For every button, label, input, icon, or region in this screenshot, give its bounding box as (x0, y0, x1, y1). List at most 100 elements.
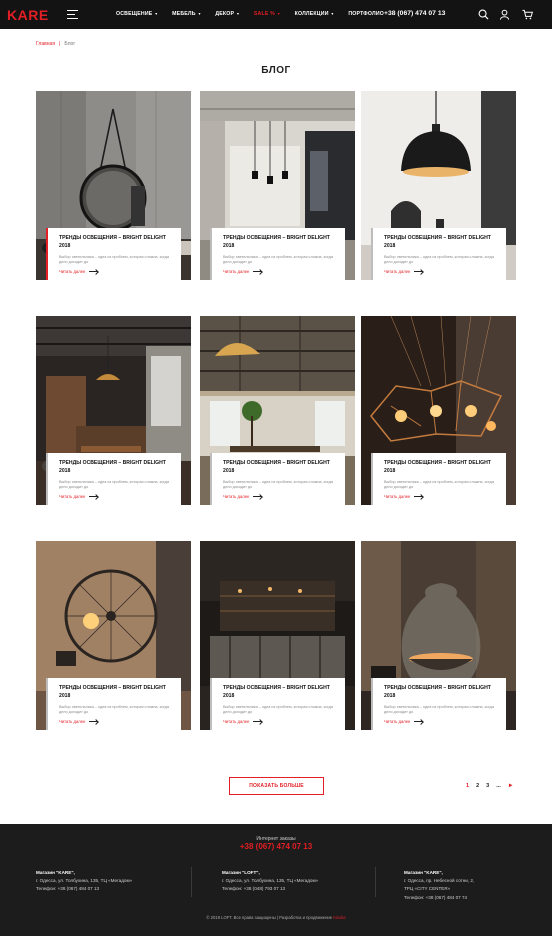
breadcrumb-current: Блог (64, 41, 76, 47)
caret-down-icon: ▼ (197, 12, 202, 16)
blog-card-caption: ТРЕНДЫ ОСВЕЩЕНИЯ – BRIGHT DELIGHT 2018 В… (210, 228, 345, 280)
logo[interactable]: KARE (7, 7, 49, 23)
read-more-link[interactable]: Читать далее (59, 494, 171, 499)
store-info: Магазин "LOFT", г. Одесса, ул. Толбухина… (222, 869, 318, 894)
store-mall: ТРЦ «CITY CENTER» (404, 886, 451, 892)
caret-down-icon: ▼ (276, 12, 281, 16)
nav-item-sale[interactable]: SALE % ▼ (254, 11, 281, 17)
read-more-link[interactable]: Читать далее (384, 269, 496, 274)
site-header: KARE ОСВЕЩЕНИЕ ▼ МЕБЕЛЬ ▼ ДЕКОР ▼ SALE % ▼ К… (0, 0, 552, 29)
caret-down-icon: ▼ (154, 12, 159, 16)
blog-card-title[interactable]: ТРЕНДЫ ОСВЕЩЕНИЯ – BRIGHT DELIGHT 2018 (59, 235, 171, 250)
blog-card-excerpt: Выбор светильника – одна из проблем, кот… (223, 705, 333, 714)
nav-item-lighting[interactable]: ОСВЕЩЕНИЕ ▼ (116, 11, 158, 17)
search-icon[interactable] (478, 9, 489, 20)
blog-card[interactable]: ТРЕНДЫ ОСВЕЩЕНИЯ – BRIGHT DELIGHT 2018 В… (361, 316, 516, 505)
read-more-link[interactable]: Читать далее (59, 719, 171, 724)
page-link-1[interactable]: 1 (466, 783, 469, 789)
arrow-right-icon (253, 271, 263, 272)
blog-card-excerpt: Выбор светильника – одна из проблем, кот… (223, 255, 333, 264)
blog-card[interactable]: ТРЕНДЫ ОСВЕЩЕНИЯ – BRIGHT DELIGHT 2018 В… (36, 541, 191, 730)
blog-card-excerpt: Выбор светильника – одна из проблем, кот… (59, 705, 169, 714)
read-more-link[interactable]: Читать далее (384, 719, 496, 724)
blog-card[interactable]: ТРЕНДЫ ОСВЕЩЕНИЯ – BRIGHT DELIGHT 2018 В… (361, 541, 516, 730)
main-nav: ОСВЕЩЕНИЕ ▼ МЕБЕЛЬ ▼ ДЕКОР ▼ SALE % ▼ КОЛЛЕК… (116, 11, 384, 17)
store-phone: Телефон: +38 (067) 484 07 74 (404, 894, 468, 900)
store-name: Магазин "LOFT", (222, 870, 260, 875)
store-name: Магазин "KARE", (404, 870, 443, 875)
nav-item-collections[interactable]: КОЛЛЕКЦИИ ▼ (295, 11, 335, 17)
blog-card-title[interactable]: ТРЕНДЫ ОСВЕЩЕНИЯ – BRIGHT DELIGHT 2018 (384, 235, 496, 250)
blog-card-excerpt: Выбор светильника – одна из проблем, кот… (384, 255, 494, 264)
store-address: г. Одесса, ул. Толбухина, 135, ТЦ «Мегад… (222, 878, 319, 884)
store-info: Магазин "KARE", г. Одесса, ул. Толбухина… (36, 869, 132, 894)
blog-card-excerpt: Выбор светильника – одна из проблем, кот… (59, 255, 169, 264)
main-content: Главная | Блог БЛОГ ТРЕНДЫ ОСВЕЩЕНИЯ – B… (0, 29, 552, 824)
store-phone: Телефон: +38 (048) 793 07 13 (222, 886, 286, 892)
blog-card-caption: ТРЕНДЫ ОСВЕЩЕНИЯ – BRIGHT DELIGHT 2018 В… (371, 453, 506, 505)
breadcrumb-separator: | (59, 41, 61, 47)
store-name: Магазин "KARE", (36, 870, 75, 875)
caret-down-icon: ▼ (330, 12, 335, 16)
blog-card-caption: ТРЕНДЫ ОСВЕЩЕНИЯ – BRIGHT DELIGHT 2018 В… (46, 678, 181, 730)
blog-card-caption: ТРЕНДЫ ОСВЕЩЕНИЯ – BRIGHT DELIGHT 2018 В… (46, 228, 181, 280)
menu-icon[interactable] (67, 10, 78, 19)
breadcrumb-home-link[interactable]: Главная (36, 41, 55, 47)
nav-item-furniture[interactable]: МЕБЕЛЬ ▼ (172, 11, 201, 17)
footer-divider (375, 867, 376, 897)
blog-card[interactable]: ТРЕНДЫ ОСВЕЩЕНИЯ – BRIGHT DELIGHT 2018 В… (36, 316, 191, 505)
blog-card-caption: ТРЕНДЫ ОСВЕЩЕНИЯ – BRIGHT DELIGHT 2018 В… (210, 453, 345, 505)
blog-card-title[interactable]: ТРЕНДЫ ОСВЕЩЕНИЯ – BRIGHT DELIGHT 2018 (59, 460, 171, 475)
blog-card[interactable]: ТРЕНДЫ ОСВЕЩЕНИЯ – BRIGHT DELIGHT 2018 В… (361, 91, 516, 280)
blog-card-excerpt: Выбор светильника – одна из проблем, кот… (384, 480, 494, 489)
footer-phone[interactable]: +38 (067) 474 07 13 (0, 842, 552, 851)
read-more-link[interactable]: Читать далее (384, 494, 496, 499)
blog-card-title[interactable]: ТРЕНДЫ ОСВЕЩЕНИЯ – BRIGHT DELIGHT 2018 (384, 685, 496, 700)
arrow-right-icon (89, 271, 99, 272)
show-more-button[interactable]: ПОКАЗАТЬ БОЛЬШЕ (229, 777, 324, 795)
arrow-right-icon (414, 496, 424, 497)
header-phone[interactable]: +38 (067) 474 07 13 (384, 10, 445, 17)
cart-icon[interactable] (522, 9, 533, 20)
next-page-icon[interactable]: ► (508, 783, 514, 789)
caret-down-icon: ▼ (236, 12, 240, 16)
page-title: БЛОГ (261, 65, 291, 76)
blog-card[interactable]: ТРЕНДЫ ОСВЕЩЕНИЯ – BRIGHT DELIGHT 2018 В… (200, 316, 355, 505)
read-more-link[interactable]: Читать далее (223, 269, 335, 274)
arrow-right-icon (253, 496, 263, 497)
breadcrumb: Главная | Блог (36, 41, 75, 47)
blog-card[interactable]: ТРЕНДЫ ОСВЕЩЕНИЯ – BRIGHT DELIGHT 2018 В… (36, 91, 191, 280)
nav-item-decor[interactable]: ДЕКОР ▼ (215, 11, 240, 17)
arrow-right-icon (253, 721, 263, 722)
blog-card-title[interactable]: ТРЕНДЫ ОСВЕЩЕНИЯ – BRIGHT DELIGHT 2018 (223, 685, 335, 700)
arrow-right-icon (89, 721, 99, 722)
blog-card-excerpt: Выбор светильника – одна из проблем, кот… (59, 480, 169, 489)
footer-divider (191, 867, 192, 897)
blog-card-caption: ТРЕНДЫ ОСВЕЩЕНИЯ – BRIGHT DELIGHT 2018 В… (210, 678, 345, 730)
pagination-ellipsis: ... (496, 783, 501, 789)
store-phone: Телефон: +38 (067) 484 07 13 (36, 886, 100, 892)
developer-link[interactable]: Kisulia (333, 915, 345, 920)
read-more-link[interactable]: Читать далее (223, 719, 335, 724)
arrow-right-icon (414, 721, 424, 722)
store-info: Магазин "KARE", г. Одесса, пр. Небесной … (404, 869, 474, 902)
read-more-link[interactable]: Читать далее (223, 494, 335, 499)
blog-card-caption: ТРЕНДЫ ОСВЕЩЕНИЯ – BRIGHT DELIGHT 2018 В… (371, 678, 506, 730)
page-link-2[interactable]: 2 (476, 783, 479, 789)
user-icon[interactable] (499, 9, 510, 20)
blog-card[interactable]: ТРЕНДЫ ОСВЕЩЕНИЯ – BRIGHT DELIGHT 2018 В… (200, 541, 355, 730)
store-address: г. Одесса, ул. Толбухина, 135, ТЦ «Мегад… (36, 878, 133, 884)
nav-item-portfolio[interactable]: ПОРТФОЛИО (348, 11, 384, 17)
blog-card[interactable]: ТРЕНДЫ ОСВЕЩЕНИЯ – BRIGHT DELIGHT 2018 В… (200, 91, 355, 280)
read-more-link[interactable]: Читать далее (59, 269, 171, 274)
blog-card-title[interactable]: ТРЕНДЫ ОСВЕЩЕНИЯ – BRIGHT DELIGHT 2018 (223, 460, 335, 475)
arrow-right-icon (414, 271, 424, 272)
blog-card-title[interactable]: ТРЕНДЫ ОСВЕЩЕНИЯ – BRIGHT DELIGHT 2018 (223, 235, 335, 250)
blog-card-caption: ТРЕНДЫ ОСВЕЩЕНИЯ – BRIGHT DELIGHT 2018 В… (46, 453, 181, 505)
blog-card-title[interactable]: ТРЕНДЫ ОСВЕЩЕНИЯ – BRIGHT DELIGHT 2018 (59, 685, 171, 700)
page-link-3[interactable]: 3 (486, 783, 489, 789)
store-address: г. Одесса, пр. Небесной сотни, 2, (404, 878, 475, 884)
arrow-right-icon (89, 496, 99, 497)
blog-card-title[interactable]: ТРЕНДЫ ОСВЕЩЕНИЯ – BRIGHT DELIGHT 2018 (384, 460, 496, 475)
blog-card-caption: ТРЕНДЫ ОСВЕЩЕНИЯ – BRIGHT DELIGHT 2018 В… (371, 228, 506, 280)
